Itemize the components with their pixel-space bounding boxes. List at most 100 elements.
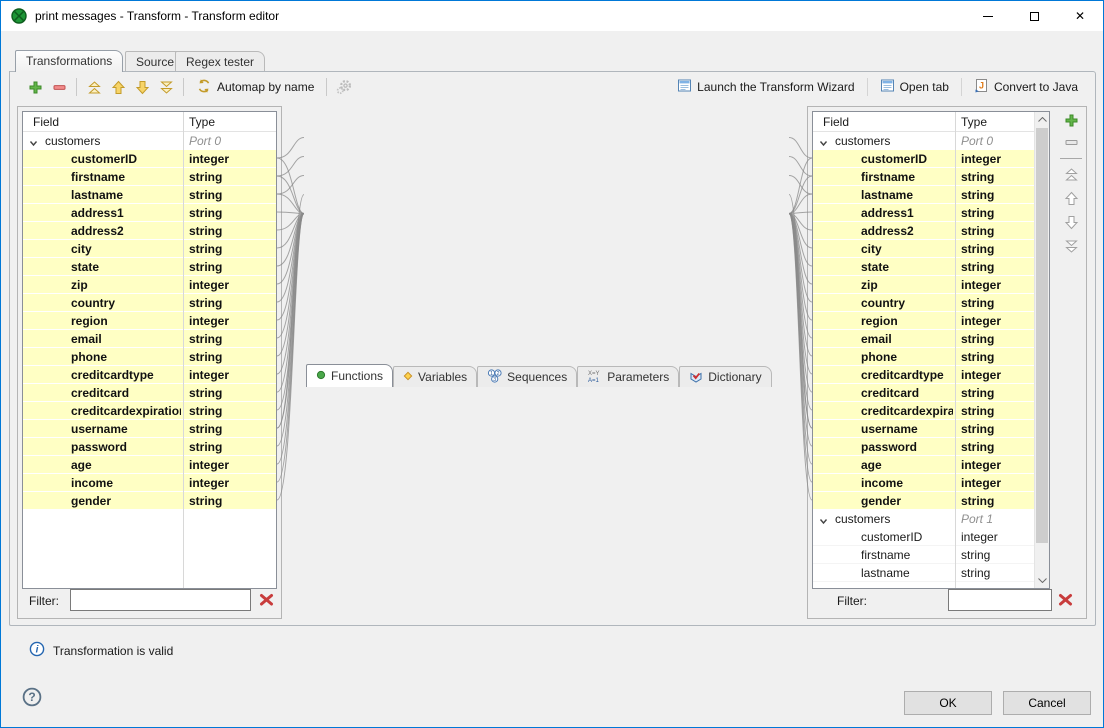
field-row[interactable]: address2string (813, 222, 1034, 240)
field-row[interactable]: creditcardexpirationstring (23, 402, 276, 420)
svg-text:J: J (979, 81, 984, 91)
field-row[interactable]: lastnamestring (23, 186, 276, 204)
settings-gear-icon[interactable] (332, 77, 356, 97)
record-group-row[interactable]: customersPort 0 (23, 132, 276, 150)
clear-input-filter-button[interactable] (259, 593, 275, 609)
field-row[interactable]: regioninteger (813, 312, 1034, 330)
field-row[interactable]: countrystring (813, 294, 1034, 312)
field-row[interactable]: creditcardexpirationstring (813, 402, 1034, 420)
automap-by-name-button[interactable]: Automap by name (189, 78, 321, 97)
field-row[interactable]: customerIDinteger (813, 528, 1034, 546)
maximize-button[interactable] (1011, 1, 1057, 31)
field-row[interactable]: passwordstring (23, 438, 276, 456)
scroll-up-arrow[interactable] (1035, 112, 1050, 127)
field-row[interactable]: genderstring (23, 492, 276, 510)
field-name: gender (71, 494, 181, 508)
tab-transformations[interactable]: Transformations (15, 50, 123, 72)
move-down-button[interactable] (130, 77, 154, 97)
field-row[interactable]: address2string (23, 222, 276, 240)
field-row[interactable]: incomeinteger (23, 474, 276, 492)
field-row[interactable]: genderstring (813, 492, 1034, 510)
minimize-button[interactable] (965, 1, 1011, 31)
add-transformation-button[interactable] (23, 77, 47, 97)
remove-field-button[interactable] (1065, 136, 1078, 150)
field-row[interactable]: emailstring (23, 330, 276, 348)
output-fields-toolbar (1057, 111, 1085, 257)
field-type: integer (189, 476, 229, 490)
tab-regex-tester[interactable]: Regex tester (175, 51, 265, 72)
move-field-up-button[interactable] (1064, 191, 1079, 209)
field-row[interactable]: firstnamestring (813, 168, 1034, 186)
field-row[interactable]: incomeinteger (813, 474, 1034, 492)
move-top-button[interactable] (82, 77, 106, 97)
cancel-button[interactable]: Cancel (1003, 691, 1091, 715)
field-row[interactable]: statestring (23, 258, 276, 276)
field-row[interactable]: emailstring (813, 330, 1034, 348)
field-row[interactable]: lastnamestring (813, 564, 1034, 582)
field-row[interactable]: address1string (23, 204, 276, 222)
field-row[interactable]: customerIDinteger (813, 150, 1034, 168)
field-row[interactable]: country string (23, 294, 276, 312)
field-row[interactable]: creditcardtypeinteger (813, 366, 1034, 384)
field-row[interactable]: firstnamestring (813, 546, 1034, 564)
move-up-button[interactable] (106, 77, 130, 97)
field-row[interactable]: zipinteger (23, 276, 276, 294)
field-row[interactable]: address1string (813, 204, 1034, 222)
functions-icon (316, 369, 326, 383)
field-name: customerID (71, 152, 181, 166)
convert-to-java-button[interactable]: J Convert to Java (967, 78, 1085, 96)
move-field-down-button[interactable] (1064, 215, 1079, 233)
field-row[interactable]: phonestring (813, 348, 1034, 366)
record-group-row[interactable]: customersPort 0 (813, 132, 1034, 150)
field-name: firstname (861, 170, 953, 184)
tab-sequences[interactable]: 123 Sequences (477, 366, 577, 387)
field-row[interactable]: phonestring (23, 348, 276, 366)
tree-expand-icon[interactable] (819, 515, 828, 529)
field-row[interactable]: usernamestring (813, 420, 1034, 438)
field-row[interactable]: creditcardtypeinteger (23, 366, 276, 384)
ok-button[interactable]: OK (904, 691, 992, 715)
field-row[interactable]: usernamestring (23, 420, 276, 438)
field-row[interactable]: creditcardstring (23, 384, 276, 402)
move-field-top-button[interactable] (1064, 167, 1079, 185)
record-group-row[interactable]: customersPort 1 (813, 510, 1034, 528)
remove-transformation-button[interactable] (47, 77, 71, 97)
help-button[interactable]: ? (22, 687, 42, 707)
output-filter-input[interactable] (948, 589, 1052, 611)
tab-variables[interactable]: Variables (393, 366, 477, 387)
field-row[interactable]: customerIDinteger (23, 150, 276, 168)
tab-parameters[interactable]: X=YA=1 Parameters (577, 366, 679, 387)
field-row[interactable]: passwordstring (813, 438, 1034, 456)
scroll-thumb[interactable] (1036, 128, 1048, 543)
field-row[interactable]: lastnamestring (813, 186, 1034, 204)
field-row[interactable]: ageinteger (813, 456, 1034, 474)
move-bottom-button[interactable] (154, 77, 178, 97)
tab-functions[interactable]: Functions (306, 364, 393, 387)
field-name: country (861, 296, 953, 310)
field-type: string (189, 296, 222, 310)
open-tab-button[interactable]: Open tab (873, 78, 956, 96)
field-row[interactable]: creditcardstring (813, 384, 1034, 402)
scroll-down-arrow[interactable] (1035, 573, 1050, 588)
field-name: customerID (861, 152, 953, 166)
field-row[interactable]: citystring (23, 240, 276, 258)
field-row[interactable]: firstnamestring (23, 168, 276, 186)
tab-dictionary[interactable]: Dictionary (679, 366, 771, 387)
launch-wizard-button[interactable]: Launch the Transform Wizard (670, 78, 861, 96)
move-field-bottom-button[interactable] (1064, 239, 1079, 257)
tree-expand-icon[interactable] (29, 137, 38, 151)
field-name: country (71, 296, 181, 310)
field-row[interactable]: ageinteger (23, 456, 276, 474)
output-table-vscrollbar[interactable] (1034, 112, 1049, 588)
clear-output-filter-button[interactable] (1058, 593, 1074, 609)
field-row[interactable]: statestring (813, 258, 1034, 276)
field-row[interactable]: regioninteger (23, 312, 276, 330)
field-name: phone (861, 350, 953, 364)
add-field-button[interactable] (1065, 114, 1078, 130)
field-row[interactable]: citystring (813, 240, 1034, 258)
field-type: integer (189, 458, 229, 472)
tree-expand-icon[interactable] (819, 137, 828, 151)
field-row[interactable]: zipinteger (813, 276, 1034, 294)
input-filter-input[interactable] (70, 589, 251, 611)
close-button[interactable]: ✕ (1057, 1, 1103, 31)
